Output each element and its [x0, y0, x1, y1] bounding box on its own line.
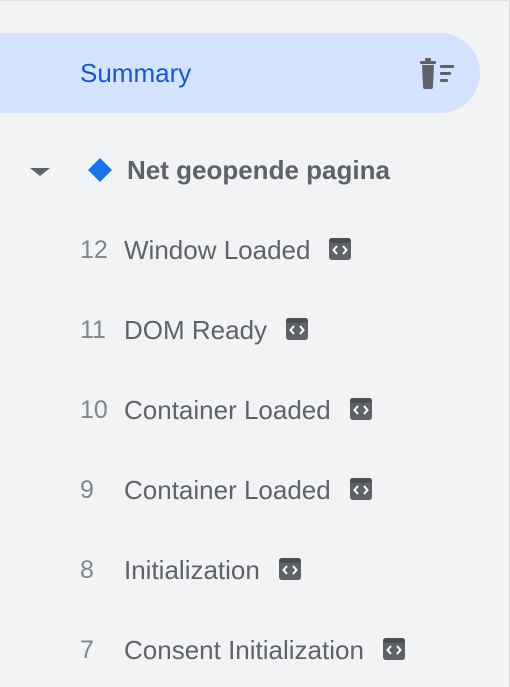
event-number: 7 — [80, 636, 94, 664]
event-label: Window Loaded — [124, 235, 311, 265]
event-number: 8 — [80, 556, 94, 584]
code-tag-icon — [349, 476, 373, 500]
code-tag-icon — [382, 636, 406, 660]
event-number: 9 — [80, 476, 94, 504]
page-group-header[interactable]: Net geopende pagina — [0, 140, 480, 200]
top-divider — [0, 0, 510, 1]
event-label: Consent Initialization — [124, 635, 364, 665]
event-label: Container Loaded — [124, 475, 331, 505]
event-item[interactable]: 10 Container Loaded — [0, 382, 480, 438]
summary-label: Summary — [80, 58, 192, 88]
event-sidebar: Summary Net geopende pagina 12 Window Lo… — [0, 0, 510, 687]
event-number: 12 — [80, 236, 108, 264]
caret-down-icon[interactable] — [26, 160, 54, 184]
event-item[interactable]: 7 Consent Initialization — [0, 622, 480, 678]
event-item[interactable]: 11 DOM Ready — [0, 302, 480, 358]
event-label: Initialization — [124, 555, 260, 585]
code-tag-icon — [328, 236, 352, 260]
event-item[interactable]: 9 Container Loaded — [0, 462, 480, 518]
code-tag-icon — [278, 556, 302, 580]
code-tag-icon — [285, 316, 309, 340]
event-item[interactable]: 12 Window Loaded — [0, 222, 480, 278]
event-number: 10 — [80, 396, 108, 424]
page-title: Net geopende pagina — [127, 155, 390, 185]
clear-list-icon[interactable] — [414, 55, 462, 91]
event-label: Container Loaded — [124, 395, 331, 425]
event-item[interactable]: 8 Initialization — [0, 542, 480, 598]
summary-item[interactable]: Summary — [0, 33, 480, 113]
diamond-icon — [86, 156, 114, 184]
code-tag-icon — [349, 396, 373, 420]
event-label: DOM Ready — [124, 315, 268, 345]
event-number: 11 — [80, 316, 106, 344]
